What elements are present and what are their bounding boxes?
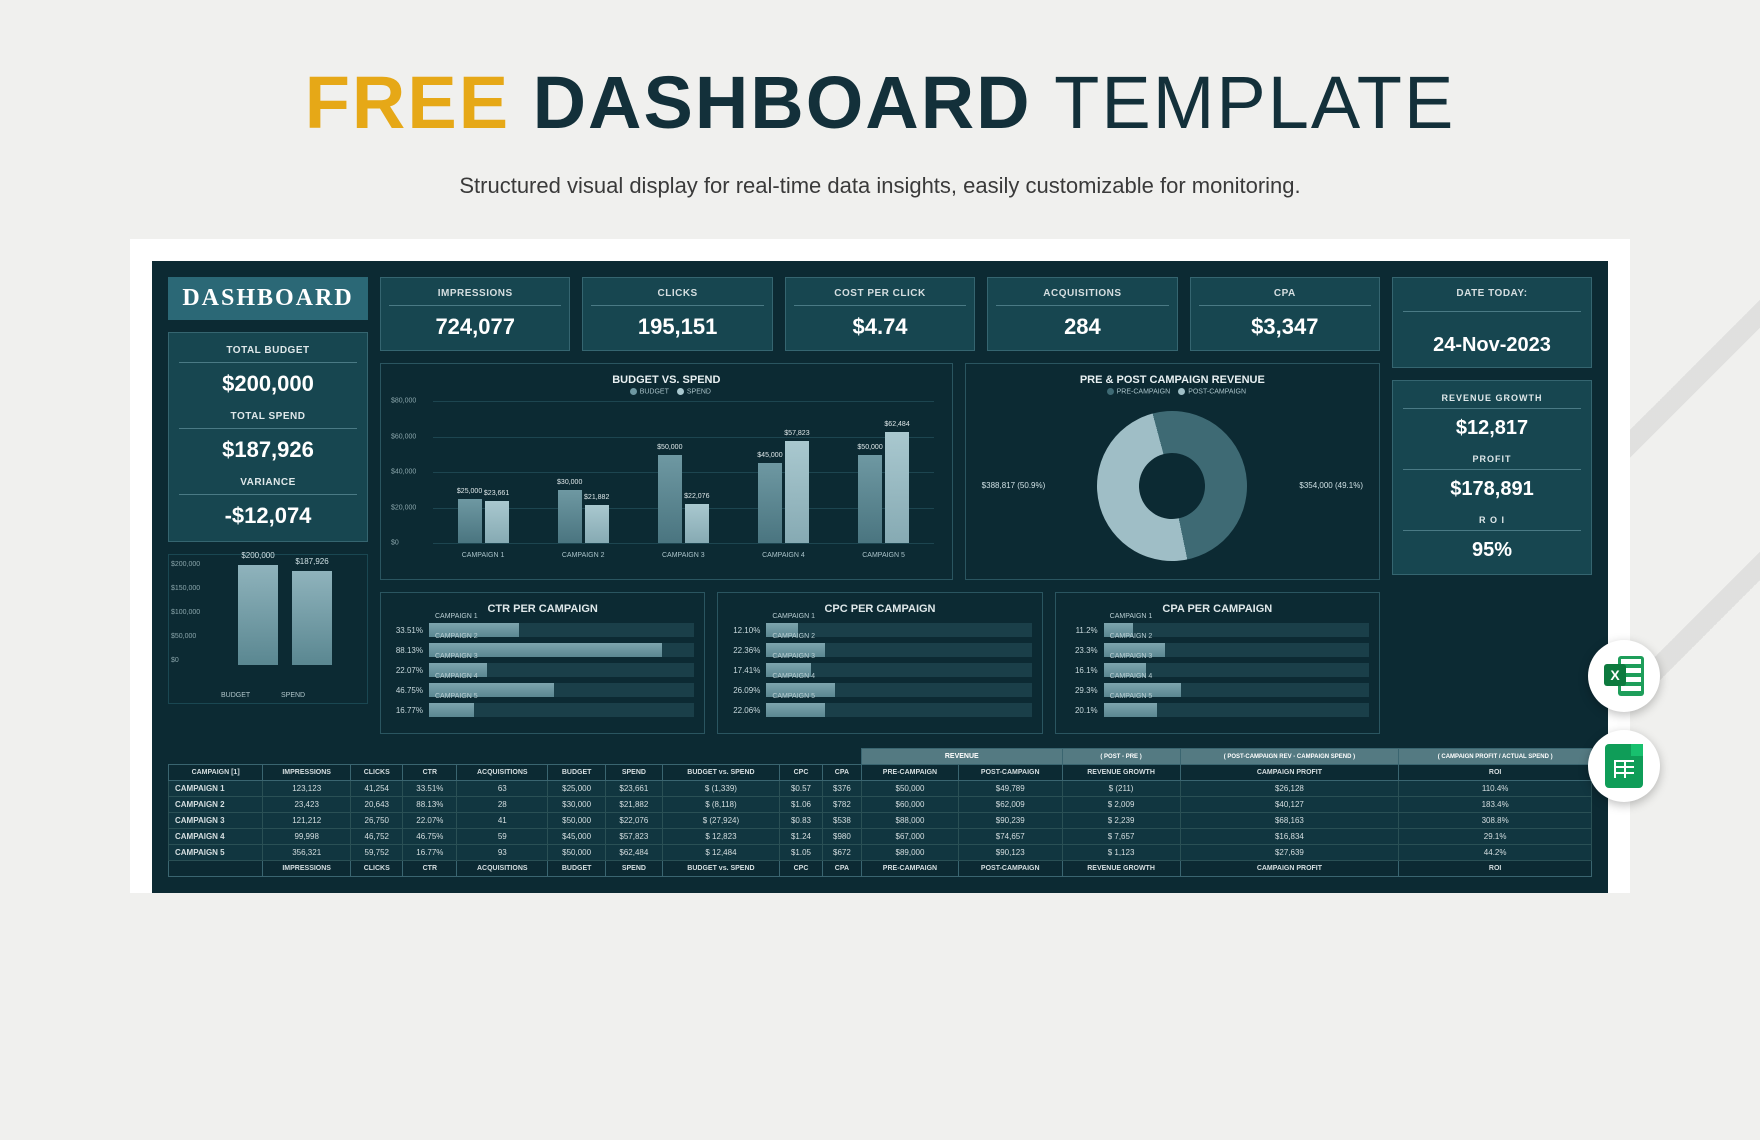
- hero-word-template: TEMPLATE: [1054, 61, 1455, 144]
- table-footer: CLICKS: [351, 861, 403, 877]
- hbar: 22.06%CAMPAIGN 5: [728, 703, 1031, 717]
- table-header: POST-CAMPAIGN: [958, 765, 1062, 781]
- table-footer: CTR: [403, 861, 457, 877]
- excel-icon[interactable]: X: [1588, 640, 1660, 712]
- table-row: CAMPAIGN 499,99846,75246.75%59$45,000$57…: [169, 829, 1592, 845]
- table-header: CAMPAIGN [1]: [169, 765, 263, 781]
- revenue-summary: REVENUE GROWTH$12,817 PROFIT$178,891 R O…: [1392, 380, 1592, 575]
- table-footer: CAMPAIGN PROFIT: [1180, 861, 1399, 877]
- total-spend-label: TOTAL SPEND: [179, 411, 357, 429]
- table-header: BUDGET vs. SPEND: [662, 765, 779, 781]
- table-footer: BUDGET: [548, 861, 606, 877]
- cpa-per-campaign: CPA PER CAMPAIGN11.2%CAMPAIGN 123.3%CAMP…: [1055, 592, 1380, 734]
- total-spend-value: $187,926: [179, 437, 357, 463]
- pre-post-revenue-chart: PRE & POST CAMPAIGN REVENUE PRE-CAMPAIGN…: [965, 363, 1380, 580]
- table-footer: ACQUISITIONS: [457, 861, 548, 877]
- kpi-tile: ACQUISITIONS284: [987, 277, 1177, 351]
- revenue-growth-value: $12,817: [1403, 417, 1581, 440]
- bvs-pair: $50,000$62,484: [858, 432, 909, 543]
- hbar: 20.1%CAMPAIGN 5: [1066, 703, 1369, 717]
- total-budget-label: TOTAL BUDGET: [179, 345, 357, 363]
- pie-label-post: $354,000 (49.1%): [1299, 481, 1363, 490]
- hero-title: FREE DASHBOARD TEMPLATE: [130, 60, 1630, 145]
- bvs-pair: $30,000$21,882: [558, 490, 609, 543]
- bvs-pair: $25,000$23,661: [458, 499, 509, 543]
- total-budget-value: $200,000: [179, 371, 357, 397]
- date-value: 24-Nov-2023: [1403, 334, 1581, 357]
- kpi-tile: IMPRESSIONS724,077: [380, 277, 570, 351]
- table-header: CTR: [403, 765, 457, 781]
- sheets-icon[interactable]: [1588, 730, 1660, 802]
- dashboard-label: DASHBOARD: [168, 277, 368, 320]
- table-footer: REVENUE GROWTH: [1062, 861, 1180, 877]
- table-header: BUDGET: [548, 765, 606, 781]
- table-footer: ROI: [1399, 861, 1592, 877]
- kpi-tile: CLICKS195,151: [582, 277, 772, 351]
- pie-label-pre: $388,817 (50.9%): [982, 481, 1046, 490]
- table-footer: CPA: [822, 861, 861, 877]
- table-footer: BUDGET vs. SPEND: [662, 861, 779, 877]
- table-footer: IMPRESSIONS: [263, 861, 351, 877]
- variance-value: -$12,074: [179, 503, 357, 529]
- table-header: CAMPAIGN PROFIT: [1180, 765, 1399, 781]
- dashboard-frame: DASHBOARD TOTAL BUDGET $200,000 TOTAL SPE…: [130, 239, 1630, 893]
- mini-budget-chart: $200,000 $150,000 $100,000 $50,000 $0 $2…: [168, 554, 368, 704]
- bvs-pair: $45,000$57,823: [758, 441, 809, 544]
- table-footer: [169, 861, 263, 877]
- table-row: CAMPAIGN 3121,21226,75022.07%41$50,000$2…: [169, 813, 1592, 829]
- cpc-per-campaign: CPC PER CAMPAIGN12.10%CAMPAIGN 122.36%CA…: [717, 592, 1042, 734]
- table-header: REVENUE GROWTH: [1062, 765, 1180, 781]
- table-header: CPA: [822, 765, 861, 781]
- table-row: CAMPAIGN 223,42320,64388.13%28$30,000$21…: [169, 797, 1592, 813]
- mini-bar: $200,000: [238, 565, 278, 665]
- hero-word-dashboard: DASHBOARD: [533, 61, 1032, 144]
- kpi-tile: CPA$3,347: [1190, 277, 1380, 351]
- donut-chart: [1080, 394, 1264, 578]
- table-header: CPC: [780, 765, 823, 781]
- table-row: CAMPAIGN 5356,32159,75216.77%93$50,000$6…: [169, 845, 1592, 861]
- table-footer: SPEND: [606, 861, 663, 877]
- table-header: SPEND: [606, 765, 663, 781]
- budget-summary: TOTAL BUDGET $200,000 TOTAL SPEND $187,926…: [168, 332, 368, 542]
- bvs-pair: $50,000$22,076: [658, 455, 709, 544]
- roi-value: 95%: [1403, 539, 1581, 562]
- table-footer: POST-CAMPAIGN: [958, 861, 1062, 877]
- variance-label: VARIANCE: [179, 477, 357, 495]
- table-footer: CPC: [780, 861, 823, 877]
- budget-vs-spend-chart: BUDGET VS. SPEND BUDGETSPEND $80,000$60,…: [380, 363, 953, 580]
- hero-word-free: FREE: [305, 61, 510, 144]
- kpi-tile: COST PER CLICK$4.74: [785, 277, 975, 351]
- table-header: ACQUISITIONS: [457, 765, 548, 781]
- mini-bar: $187,926: [292, 571, 332, 665]
- subtitle: Structured visual display for real-time …: [130, 173, 1630, 199]
- ctr-per-campaign: CTR PER CAMPAIGN33.51%CAMPAIGN 188.13%CA…: [380, 592, 705, 734]
- table-header: IMPRESSIONS: [263, 765, 351, 781]
- table-header: ROI: [1399, 765, 1592, 781]
- table-footer: PRE-CAMPAIGN: [862, 861, 959, 877]
- revenue-header: REVENUE: [862, 749, 1063, 765]
- date-today: DATE TODAY: 24-Nov-2023: [1392, 277, 1592, 368]
- table-row: CAMPAIGN 1123,12341,25433.51%63$25,000$2…: [169, 781, 1592, 797]
- table-header: PRE-CAMPAIGN: [862, 765, 959, 781]
- hbar: 16.77%CAMPAIGN 5: [391, 703, 694, 717]
- profit-value: $178,891: [1403, 478, 1581, 501]
- table-header: CLICKS: [351, 765, 403, 781]
- campaign-table: REVENUE( POST - PRE )( POST-CAMPAIGN REV…: [168, 748, 1592, 877]
